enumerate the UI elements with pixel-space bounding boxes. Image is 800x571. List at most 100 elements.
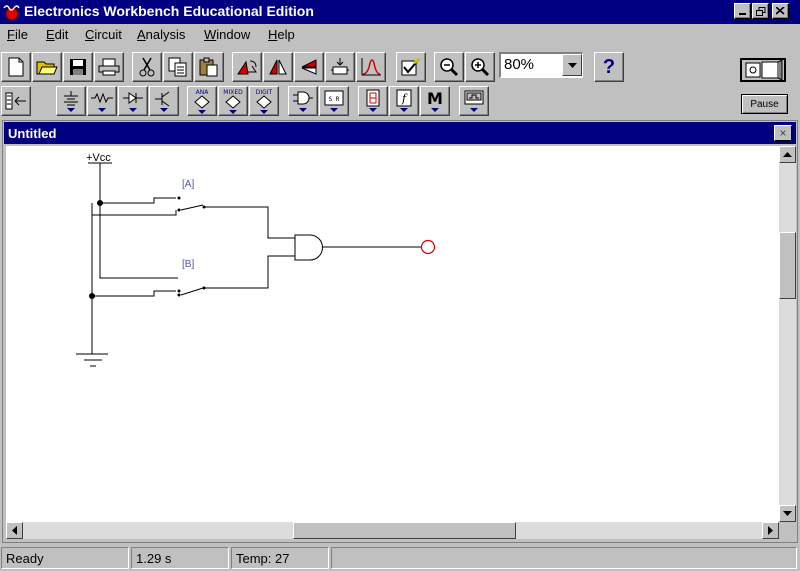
open-button[interactable] bbox=[32, 52, 62, 82]
parts-bin-icon bbox=[5, 92, 26, 110]
switch-a-lower-wire[interactable] bbox=[92, 210, 177, 216]
menu-edit[interactable]: Edit bbox=[46, 27, 68, 42]
help-question-icon: ? bbox=[602, 55, 616, 78]
app-icon[interactable] bbox=[3, 3, 21, 21]
circuit-window-title: Untitled bbox=[8, 126, 57, 141]
print-button[interactable] bbox=[94, 52, 124, 82]
zoom-in-button[interactable] bbox=[465, 52, 495, 82]
and-gate[interactable] bbox=[294, 234, 323, 261]
flip-horizontal-button[interactable] bbox=[263, 52, 293, 82]
vertical-scrollbar[interactable] bbox=[779, 146, 796, 522]
new-button[interactable] bbox=[1, 52, 31, 82]
logic-gate-icon bbox=[293, 91, 313, 112]
floppy-disk-icon bbox=[70, 59, 86, 75]
sources-icon bbox=[64, 91, 78, 112]
rotate-button[interactable] bbox=[232, 52, 262, 82]
pause-button[interactable]: Pause bbox=[741, 94, 788, 114]
help-button[interactable]: ? bbox=[594, 52, 624, 82]
paste-clipboard-icon bbox=[199, 57, 218, 77]
junction-dot-upper bbox=[97, 200, 103, 206]
switch-a-contact-2 bbox=[177, 208, 181, 212]
menu-file[interactable]: File bbox=[7, 27, 28, 42]
flip-vertical-button[interactable] bbox=[294, 52, 324, 82]
sources-bin-button[interactable] bbox=[56, 86, 86, 116]
scroll-down-button[interactable] bbox=[779, 505, 796, 522]
switch-a-common bbox=[202, 205, 206, 209]
graph-button[interactable] bbox=[356, 52, 386, 82]
close-button[interactable] bbox=[772, 3, 789, 19]
window-title: Electronics Workbench Educational Editio… bbox=[24, 3, 314, 19]
chevron-down-icon bbox=[567, 62, 577, 68]
instrument-icon bbox=[464, 90, 484, 112]
horizontal-scrollbar[interactable] bbox=[6, 522, 779, 539]
copy-button[interactable] bbox=[163, 52, 193, 82]
indicators-bin-button[interactable] bbox=[358, 86, 388, 116]
arrow-right-icon bbox=[768, 526, 773, 535]
status-extra bbox=[331, 547, 797, 569]
arrow-up-icon bbox=[783, 152, 792, 157]
component-properties-button[interactable] bbox=[396, 52, 426, 82]
gate-input-a-wire[interactable] bbox=[204, 206, 295, 239]
basic-bin-button[interactable] bbox=[87, 86, 117, 116]
menu-window[interactable]: Window bbox=[204, 27, 250, 42]
digital-bin-button[interactable]: S R bbox=[319, 86, 349, 116]
menu-circuit[interactable]: Circuit bbox=[85, 27, 122, 42]
transistors-bin-button[interactable] bbox=[149, 86, 179, 116]
switch-a-input-wire[interactable] bbox=[100, 197, 176, 204]
restore-button[interactable] bbox=[752, 3, 769, 19]
scrollbar-corner bbox=[779, 522, 796, 539]
circuit-window-close-button[interactable]: × bbox=[774, 125, 792, 141]
subcircuit-icon bbox=[331, 58, 349, 75]
output-probe[interactable] bbox=[420, 239, 436, 255]
flip-flop-label: S R bbox=[329, 96, 340, 103]
switch-a-blade[interactable] bbox=[180, 204, 204, 211]
parts-bin-toggle-button[interactable] bbox=[1, 86, 31, 116]
menu-help[interactable]: Help bbox=[268, 27, 295, 42]
switch-a-label: [A] bbox=[182, 179, 194, 190]
switch-b-blade[interactable] bbox=[180, 287, 204, 296]
zoom-in-icon bbox=[471, 58, 490, 77]
switch-b-lower-wire[interactable] bbox=[92, 290, 176, 297]
controls-bin-button[interactable]: f bbox=[389, 86, 419, 116]
power-switch[interactable] bbox=[740, 58, 786, 82]
scissors-icon bbox=[139, 57, 155, 77]
circuit-canvas[interactable]: +Vcc [A] [B] bbox=[6, 146, 779, 522]
status-bar: Ready 1.29 s Temp: 27 bbox=[0, 545, 800, 571]
circuit-window: Untitled × +Vcc [A] [B] bbox=[2, 120, 798, 543]
logic-gates-bin-button[interactable] bbox=[288, 86, 318, 116]
vertical-scroll-thumb[interactable] bbox=[779, 232, 796, 299]
diode-icon bbox=[123, 92, 143, 112]
mixed-ics-bin-button[interactable]: MIXED bbox=[218, 86, 248, 116]
zoom-dropdown-button[interactable] bbox=[562, 54, 582, 76]
horizontal-scroll-thumb[interactable] bbox=[293, 522, 516, 539]
switch-b-upper-input-wire[interactable] bbox=[99, 203, 178, 279]
mixed-ic-label: MIXED bbox=[223, 89, 243, 96]
menu-analysis[interactable]: Analysis bbox=[137, 27, 185, 42]
subcircuit-button[interactable] bbox=[325, 52, 355, 82]
scroll-left-button[interactable] bbox=[6, 522, 23, 539]
circuit-schematic[interactable]: +Vcc [A] [B] bbox=[6, 146, 779, 522]
analog-ic-icon: ANA bbox=[194, 89, 210, 114]
instruments-bin-button[interactable] bbox=[459, 86, 489, 116]
zoom-select[interactable]: 80% bbox=[499, 52, 583, 78]
switch-b-common bbox=[202, 286, 206, 290]
zoom-out-button[interactable] bbox=[434, 52, 464, 82]
diodes-bin-button[interactable] bbox=[118, 86, 148, 116]
gate-input-b-wire[interactable] bbox=[204, 255, 295, 289]
title-bar: Electronics Workbench Educational Editio… bbox=[0, 0, 800, 24]
miscellaneous-bin-button[interactable]: M bbox=[420, 86, 450, 116]
save-button[interactable] bbox=[63, 52, 93, 82]
switch-b-contact-2 bbox=[177, 293, 181, 297]
digital-ics-bin-button[interactable]: DIGIT bbox=[249, 86, 279, 116]
scroll-up-button[interactable] bbox=[779, 146, 796, 163]
paste-button[interactable] bbox=[194, 52, 224, 82]
minimize-button[interactable] bbox=[734, 3, 751, 19]
arrow-left-icon bbox=[12, 526, 17, 535]
misc-label: M bbox=[427, 89, 443, 108]
digital-ic-icon: DIGIT bbox=[256, 89, 273, 114]
menu-bar: File Edit Circuit Analysis Window Help bbox=[0, 24, 800, 45]
analog-ics-bin-button[interactable]: ANA bbox=[187, 86, 217, 116]
scroll-right-button[interactable] bbox=[762, 522, 779, 539]
new-file-icon bbox=[8, 57, 24, 77]
cut-button[interactable] bbox=[132, 52, 162, 82]
